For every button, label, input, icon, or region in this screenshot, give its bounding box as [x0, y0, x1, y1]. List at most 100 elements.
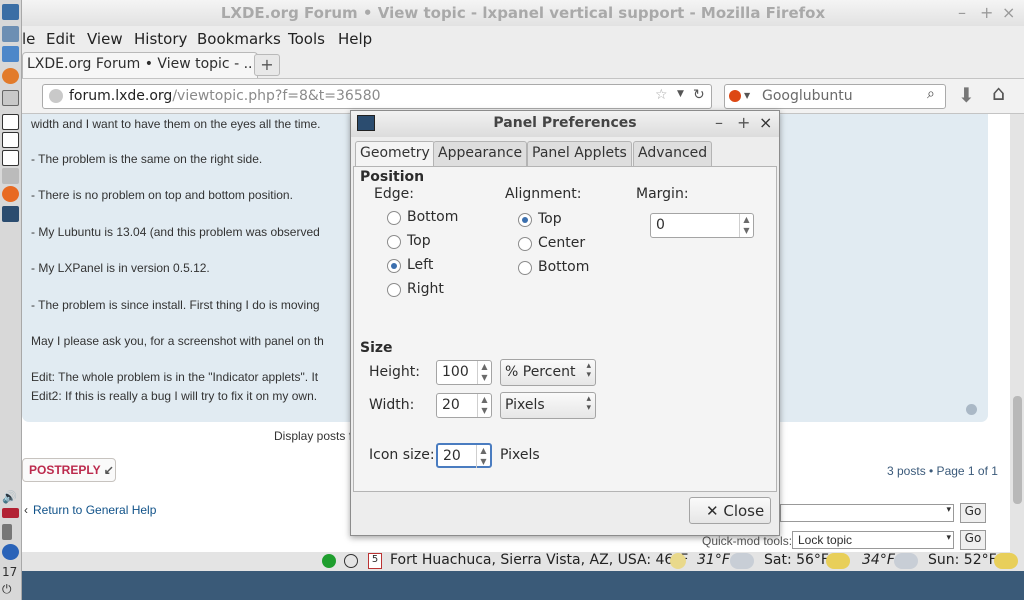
edge-right-radio[interactable] [387, 283, 401, 297]
volume-icon[interactable]: 🔊 [2, 490, 19, 506]
clock-icon[interactable] [344, 554, 358, 568]
edge-top-label[interactable]: Top [407, 233, 431, 249]
search-input[interactable]: Googlubuntu [762, 88, 853, 104]
quickmod-go-button[interactable]: Go [960, 530, 986, 550]
url-bar[interactable]: forum.lxde.org/viewtopic.php?f=8&t=36580… [42, 84, 712, 109]
weather-current[interactable]: Fort Huachuca, Sierra Vista, AZ, USA: 46… [390, 552, 688, 568]
return-link[interactable]: Return to General Help [33, 503, 156, 517]
home-icon[interactable]: ⌂ [992, 81, 1005, 105]
jumpto-select[interactable]: ▾ [780, 504, 954, 522]
menu-edit[interactable]: Edit [46, 30, 75, 48]
edge-bottom-label[interactable]: Bottom [407, 209, 458, 225]
workspace-1-icon[interactable] [2, 114, 19, 130]
alignment-top-label[interactable]: Top [538, 211, 562, 227]
page-scrollbar[interactable] [1010, 114, 1024, 552]
spin-arrows-icon[interactable]: ▲ ▼ [477, 361, 491, 384]
height-spinbox[interactable]: 100 ▲ ▼ [436, 360, 492, 385]
desktop-icon[interactable] [2, 90, 19, 106]
dialog-minimize-button[interactable]: – [715, 113, 723, 132]
workspace-3-icon[interactable] [2, 150, 19, 166]
menu-file[interactable]: le [22, 30, 35, 48]
quickmod-select[interactable]: Lock topic ▾ [792, 531, 954, 549]
status-green-icon[interactable] [322, 554, 336, 568]
close-window-button[interactable]: × [1002, 3, 1015, 22]
menu-history[interactable]: History [134, 30, 187, 48]
alignment-top-radio[interactable] [518, 213, 532, 227]
margin-spinbox[interactable]: 0 ▲ ▼ [650, 213, 754, 238]
power-icon[interactable]: ⏻ [2, 582, 19, 598]
iconsize-spinbox[interactable]: 20 ▲ ▼ [436, 443, 492, 468]
dialog-close-icon[interactable]: × [759, 113, 772, 132]
tab-advanced[interactable]: Advanced [633, 141, 713, 167]
tab-appearance[interactable]: Appearance [433, 141, 528, 167]
file-manager-icon[interactable] [2, 26, 19, 42]
network-icon[interactable] [2, 46, 19, 62]
hp-icon[interactable] [2, 544, 19, 560]
spin-arrows-icon[interactable]: ▲ ▼ [476, 445, 490, 468]
post-line: - My LXPanel is in version 0.5.12. [31, 261, 210, 275]
height-unit-combo[interactable]: % Percent ▴ ▾ [500, 359, 596, 386]
keyboard-layout-flag-icon[interactable] [2, 508, 19, 518]
tab-panel-applets[interactable]: Panel Applets [527, 141, 632, 167]
edge-left-label[interactable]: Left [407, 257, 433, 273]
alignment-center-radio[interactable] [518, 237, 532, 251]
weather-forecast[interactable]: Sat: 56°F [764, 552, 829, 568]
edge-right-label[interactable]: Right [407, 281, 444, 297]
menu-help[interactable]: Help [338, 30, 372, 48]
browser-tab[interactable]: LXDE.org Forum • View topic - ... [22, 52, 258, 78]
calendar-date[interactable]: 5 [368, 553, 382, 569]
back-to-top-icon[interactable] [966, 404, 977, 415]
menu-bookmarks[interactable]: Bookmarks [197, 30, 281, 48]
weather-forecast[interactable]: 31°F [697, 552, 730, 568]
dialog-maximize-button[interactable]: + [737, 113, 750, 132]
dialog-titlebar[interactable]: Panel Preferences – + × [351, 111, 779, 137]
workspace-4-icon[interactable] [2, 168, 19, 184]
download-icon[interactable]: ⬇ [958, 83, 975, 107]
new-tab-button[interactable]: + [254, 54, 280, 76]
return-arrow-icon: ‹ [24, 503, 28, 517]
menu-view[interactable]: View [87, 30, 123, 48]
spin-arrows-icon[interactable]: ▲ ▼ [739, 214, 753, 237]
alignment-center-label[interactable]: Center [538, 235, 585, 251]
bookmark-star-icon[interactable]: ☆ [655, 87, 668, 103]
close-button[interactable]: ✕ Close [689, 497, 771, 524]
reply-arrow-icon: ↙ [103, 463, 114, 477]
alignment-bottom-label[interactable]: Bottom [538, 259, 589, 275]
tab-geometry[interactable]: Geometry [355, 141, 435, 168]
window-titlebar[interactable]: LXDE.org Forum • View topic - lxpanel ve… [22, 0, 1024, 26]
maximize-button[interactable]: + [980, 3, 993, 22]
edge-left-radio[interactable] [387, 259, 401, 273]
alignment-bottom-radio[interactable] [518, 261, 532, 275]
search-engine-dropdown-icon[interactable]: ▼ [744, 91, 750, 100]
bottom-panel: 5 Fort Huachuca, Sierra Vista, AZ, USA: … [22, 552, 1024, 571]
jumpto-go-button[interactable]: Go [960, 503, 986, 523]
edge-label: Edge: [374, 186, 414, 202]
search-bar[interactable]: ▼ Googlubuntu ⌕ [724, 84, 946, 109]
terminal-task-icon[interactable] [2, 206, 19, 222]
workspace-2-icon[interactable] [2, 132, 19, 148]
margin-value: 0 [656, 217, 665, 233]
ubuntu-search-engine-icon[interactable] [729, 90, 741, 102]
scrollbar-thumb[interactable] [1013, 396, 1022, 504]
search-icon[interactable]: ⌕ [927, 86, 935, 102]
minimize-button[interactable]: – [958, 3, 966, 22]
lxpanel-vertical: 🔊 17 ⏻ [0, 0, 22, 600]
reload-icon[interactable]: ↻ [693, 87, 705, 103]
edge-bottom-radio[interactable] [387, 211, 401, 225]
weather-forecast[interactable]: 34°F [862, 552, 895, 568]
width-spinbox[interactable]: 20 ▲ ▼ [436, 393, 492, 418]
menu-tools[interactable]: Tools [288, 30, 325, 48]
chevron-down-icon: ▾ [946, 532, 951, 542]
spin-arrows-icon[interactable]: ▲ ▼ [477, 394, 491, 417]
edge-top-radio[interactable] [387, 235, 401, 249]
url-dropdown-icon[interactable]: ▼ [677, 89, 684, 99]
firefox-task-icon[interactable] [2, 186, 19, 202]
width-unit-combo[interactable]: Pixels ▴ ▾ [500, 392, 596, 419]
weather-forecast[interactable]: Sun: 52°F [928, 552, 997, 568]
postreply-button[interactable]: POSTREPLY ↙ [22, 458, 116, 482]
menu-launcher-icon[interactable] [2, 4, 19, 20]
post-line: width and I want to have them on the eye… [31, 117, 321, 131]
battery-icon[interactable] [2, 524, 12, 540]
firefox-launcher-icon[interactable] [2, 68, 19, 84]
site-identity-icon[interactable] [49, 89, 63, 103]
